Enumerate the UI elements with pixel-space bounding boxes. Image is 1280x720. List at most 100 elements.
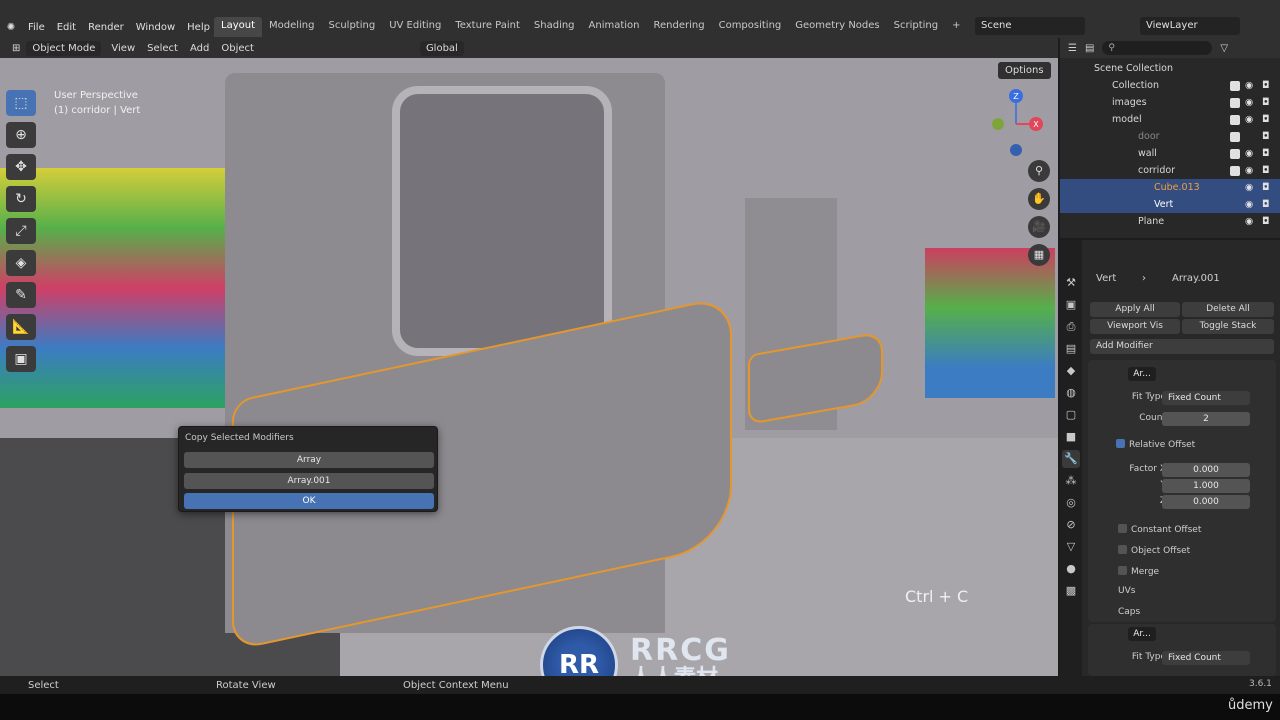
checkbox[interactable] — [1230, 81, 1240, 91]
camera-icon[interactable]: ◘ — [1262, 111, 1270, 128]
relative-offset-toggle[interactable]: Relative Offset — [1116, 439, 1195, 450]
navigation-gizmo[interactable]: Z X — [988, 88, 1048, 158]
camera-icon[interactable]: ◘ — [1262, 77, 1270, 94]
view-layer-selector[interactable]: ViewLayer — [1140, 17, 1240, 35]
eye-icon[interactable]: ◉ — [1245, 196, 1253, 213]
apply-all-button[interactable]: Apply All — [1090, 302, 1180, 317]
tab-layout[interactable]: Layout — [214, 17, 262, 37]
checkbox[interactable] — [1118, 524, 1127, 533]
add-menu[interactable]: Add — [184, 43, 215, 54]
rotate-icon[interactable]: ↻ — [6, 186, 36, 212]
zoom-icon[interactable]: ⚲ — [1028, 160, 1050, 182]
outliner-row-corridor[interactable]: corridor ◉ ◘ — [1060, 162, 1280, 179]
outliner-editor-icon[interactable]: ☰ — [1068, 43, 1077, 54]
camera-icon[interactable]: ◘ — [1262, 128, 1270, 145]
uvs-subpanel[interactable]: UVs — [1118, 586, 1135, 596]
transform-icon[interactable]: ◈ — [6, 250, 36, 276]
menu-render[interactable]: Render — [82, 22, 130, 33]
particles-tab-icon[interactable]: ⁂ — [1062, 472, 1080, 490]
camera-icon[interactable]: ◘ — [1262, 145, 1270, 162]
eye-icon[interactable]: ◉ — [1245, 145, 1253, 162]
editor-type-icon[interactable]: ⊞ — [6, 43, 26, 54]
tab-texture-paint[interactable]: Texture Paint — [448, 17, 527, 37]
fit-type-dropdown[interactable]: Fixed Count — [1162, 391, 1250, 405]
camera-icon[interactable]: ◘ — [1262, 179, 1270, 196]
object-offset-toggle[interactable]: Object Offset — [1118, 545, 1190, 556]
tab-shading[interactable]: Shading — [527, 17, 582, 37]
menu-file[interactable]: File — [22, 22, 51, 33]
popup-item-array-001[interactable]: Array.001 — [184, 473, 434, 489]
transform-orientation-dropdown[interactable]: Global — [419, 40, 464, 56]
grid-icon[interactable]: ▦ — [1028, 244, 1050, 266]
fit-type2-dropdown[interactable]: Fixed Count — [1162, 651, 1250, 665]
texture-tab-icon[interactable]: ▩ — [1062, 582, 1080, 600]
physics-tab-icon[interactable]: ◎ — [1062, 494, 1080, 512]
camera-icon[interactable]: 🎥 — [1028, 216, 1050, 238]
eye-icon[interactable]: ◉ — [1245, 77, 1253, 94]
view-layer-tab-icon[interactable]: ▤ — [1062, 340, 1080, 358]
mode-dropdown[interactable]: Object Mode — [26, 40, 102, 56]
toggle-stack-button[interactable]: Toggle Stack — [1182, 319, 1274, 334]
measure-icon[interactable]: 📐 — [6, 314, 36, 340]
checkbox[interactable] — [1230, 166, 1240, 176]
outliner-row-plane[interactable]: Plane ◉ ◘ — [1060, 213, 1280, 230]
outliner-search[interactable]: ⚲ — [1102, 41, 1213, 55]
options-button[interactable]: Options — [998, 62, 1051, 79]
material-tab-icon[interactable]: ● — [1062, 560, 1080, 578]
3d-viewport[interactable] — [0, 58, 1058, 676]
scene-tab-icon[interactable]: ◆ — [1062, 362, 1080, 380]
constant-offset-toggle[interactable]: Constant Offset — [1118, 524, 1201, 535]
object-tab-icon[interactable]: ■ — [1062, 428, 1080, 446]
factor-z-field[interactable]: 0.000 — [1162, 495, 1250, 509]
factor-y-field[interactable]: 1.000 — [1162, 479, 1250, 493]
modifier-tab-icon[interactable]: 🔧 — [1062, 450, 1080, 468]
constraints-tab-icon[interactable]: ⊘ — [1062, 516, 1080, 534]
tab-rendering[interactable]: Rendering — [647, 17, 712, 37]
output-tab-icon[interactable]: ⎙ — [1062, 318, 1080, 336]
camera-icon[interactable]: ◘ — [1262, 162, 1270, 179]
eye-icon[interactable]: ◉ — [1245, 213, 1253, 230]
camera-icon[interactable]: ◘ — [1262, 196, 1270, 213]
outliner-row-wall[interactable]: wall ◉ ◘ — [1060, 145, 1280, 162]
select-menu[interactable]: Select — [141, 43, 184, 54]
outliner-row-cube013[interactable]: Cube.013 ◉ ◘ — [1060, 179, 1280, 196]
eye-icon[interactable]: ◉ — [1245, 179, 1253, 196]
data-tab-icon[interactable]: ▽ — [1062, 538, 1080, 556]
eye-icon[interactable]: ◉ — [1245, 111, 1253, 128]
menu-help[interactable]: Help — [181, 22, 216, 33]
camera-icon[interactable]: ◘ — [1262, 94, 1270, 111]
outliner-row-vert[interactable]: Vert ◉ ◘ — [1060, 196, 1280, 213]
annotate-icon[interactable]: ✎ — [6, 282, 36, 308]
cursor-icon[interactable]: ⊕ — [6, 122, 36, 148]
outliner-row-door[interactable]: door ◘ — [1060, 128, 1280, 145]
checkbox[interactable] — [1118, 566, 1127, 575]
checkbox[interactable] — [1230, 98, 1240, 108]
blender-logo-icon[interactable]: ✺ — [0, 22, 22, 33]
tab-scripting[interactable]: Scripting — [887, 17, 945, 37]
viewport-vis-button[interactable]: Viewport Vis — [1090, 319, 1180, 334]
tab-uv-editing[interactable]: UV Editing — [382, 17, 448, 37]
scene-selector[interactable]: Scene — [975, 17, 1085, 35]
add-workspace-button[interactable]: + — [945, 17, 967, 37]
move-icon[interactable]: ✥ — [6, 154, 36, 180]
caps-subpanel[interactable]: Caps — [1118, 607, 1140, 617]
popup-item-array[interactable]: Array — [184, 452, 434, 468]
tab-geometry-nodes[interactable]: Geometry Nodes — [788, 17, 886, 37]
eye-icon[interactable]: ◉ — [1245, 94, 1253, 111]
add-modifier-dropdown[interactable]: Add Modifier — [1090, 339, 1274, 354]
checkbox[interactable] — [1230, 115, 1240, 125]
collection-tab-icon[interactable]: ▢ — [1062, 406, 1080, 424]
outliner-row-model[interactable]: model ◉ ◘ — [1060, 111, 1280, 128]
view-menu[interactable]: View — [105, 43, 141, 54]
tab-sculpting[interactable]: Sculpting — [322, 17, 383, 37]
render-tab-icon[interactable]: ▣ — [1062, 296, 1080, 314]
tab-modeling[interactable]: Modeling — [262, 17, 322, 37]
ok-button[interactable]: OK — [184, 493, 434, 509]
relative-offset-checkbox[interactable] — [1116, 439, 1125, 448]
factor-x-field[interactable]: 0.000 — [1162, 463, 1250, 477]
checkbox[interactable] — [1230, 132, 1240, 142]
delete-all-button[interactable]: Delete All — [1182, 302, 1274, 317]
checkbox[interactable] — [1230, 149, 1240, 159]
tab-compositing[interactable]: Compositing — [712, 17, 789, 37]
camera-icon[interactable]: ◘ — [1262, 213, 1270, 230]
